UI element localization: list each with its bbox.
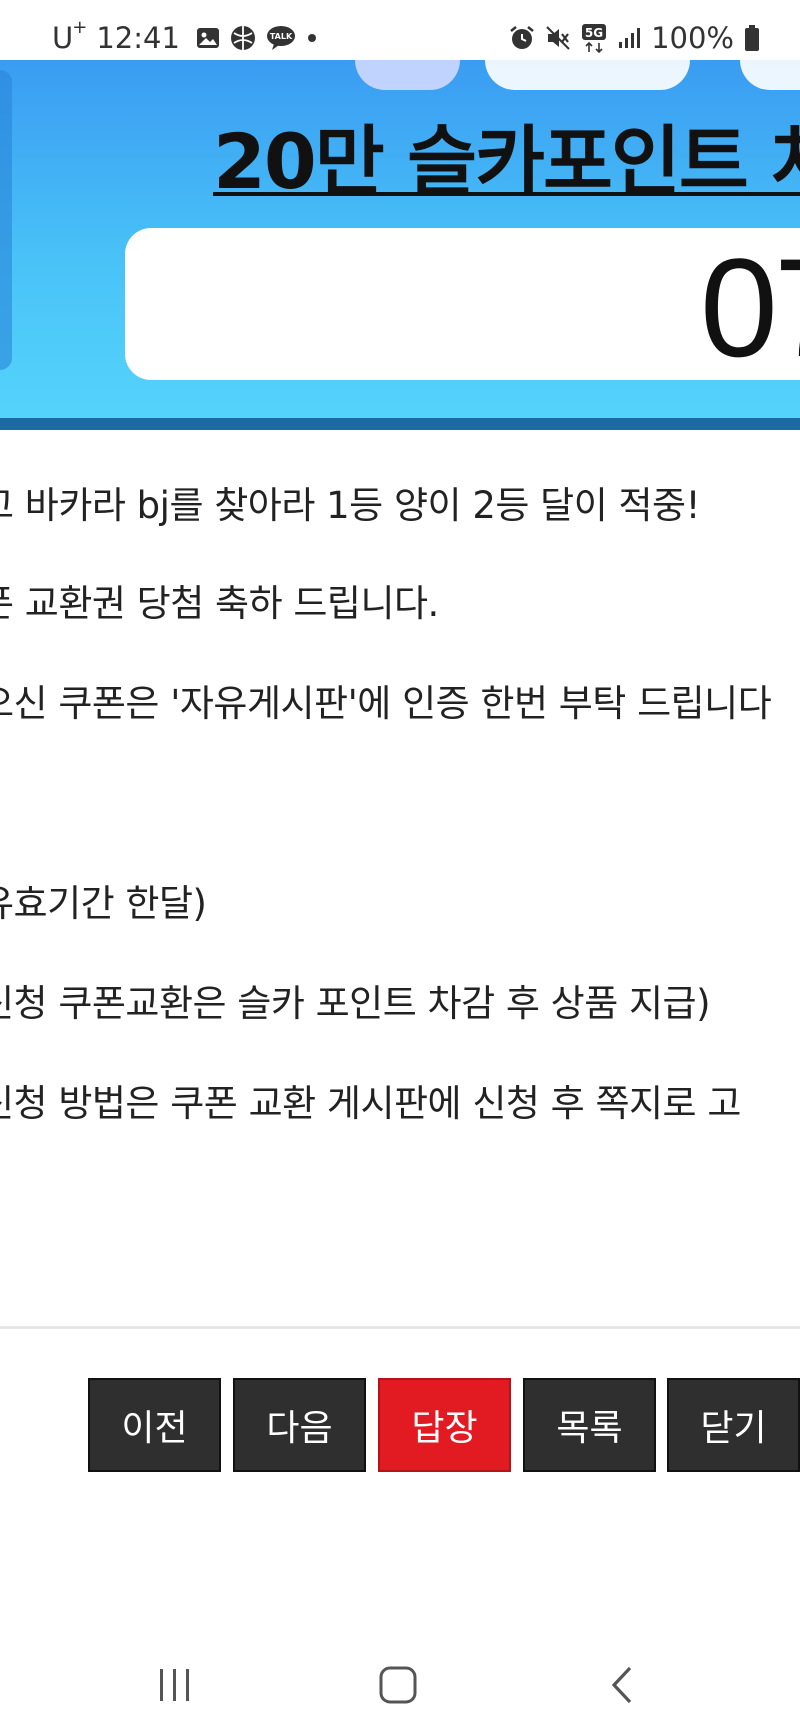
prev-button[interactable]: 이전 — [88, 1378, 221, 1472]
status-bar: U+ 12:41 TALK 5G 100% — [0, 0, 800, 60]
dot-icon — [306, 32, 318, 44]
alarm-icon — [509, 25, 535, 51]
article-line: 신청 방법은 쿠폰 교환 게시판에 신청 후 쪽지로 고 — [0, 1082, 741, 1125]
content-divider — [0, 1326, 800, 1329]
recent-apps-button[interactable] — [115, 1640, 235, 1734]
system-nav-bar — [0, 1640, 800, 1734]
close-button[interactable]: 닫기 — [667, 1378, 800, 1472]
signal-icon — [617, 26, 641, 50]
back-button[interactable] — [563, 1640, 683, 1734]
carrier-label: U+ — [52, 17, 87, 55]
home-button[interactable] — [338, 1640, 458, 1734]
talk-icon: TALK — [266, 25, 296, 51]
event-banner: 20만 슬카포인트 차 07 — [0, 60, 800, 430]
ball-icon — [230, 25, 256, 51]
mute-icon — [545, 25, 571, 51]
recent-apps-icon — [155, 1667, 195, 1707]
status-left: U+ 12:41 TALK — [52, 17, 318, 58]
status-time: 12:41 — [96, 21, 180, 55]
list-button[interactable]: 목록 — [523, 1378, 656, 1472]
banner-decoration — [740, 60, 800, 90]
article-line: 유효기간 한달) — [0, 882, 207, 925]
banner-underline — [213, 192, 800, 196]
5g-icon: 5G — [581, 23, 607, 53]
home-icon — [378, 1665, 418, 1709]
image-icon — [196, 26, 220, 50]
back-icon — [608, 1665, 638, 1709]
battery-icon — [744, 24, 760, 52]
battery-percent: 100% — [651, 21, 734, 55]
article-line: 신청 쿠폰교환은 슬카 포인트 차감 후 상품 지급) — [0, 982, 711, 1025]
svg-text:5G: 5G — [585, 26, 603, 40]
svg-text:TALK: TALK — [270, 32, 293, 41]
banner-decoration — [355, 60, 460, 90]
reply-button[interactable]: 답장 — [378, 1378, 511, 1472]
article-line: 오신 쿠폰은 '자유게시판'에 인증 한번 부탁 드립니다 — [0, 682, 772, 725]
banner-number: 07 — [700, 229, 800, 386]
article-line: 고 바카라 bj를 찾아라 1등 양이 2등 달이 적중! — [0, 484, 700, 527]
status-right: 5G 100% — [509, 18, 760, 58]
banner-number-box — [125, 228, 800, 380]
banner-decoration — [0, 70, 12, 370]
next-button[interactable]: 다음 — [233, 1378, 366, 1472]
article-line: 폰 교환권 당첨 축하 드립니다. — [0, 582, 439, 625]
banner-decoration — [485, 60, 690, 90]
